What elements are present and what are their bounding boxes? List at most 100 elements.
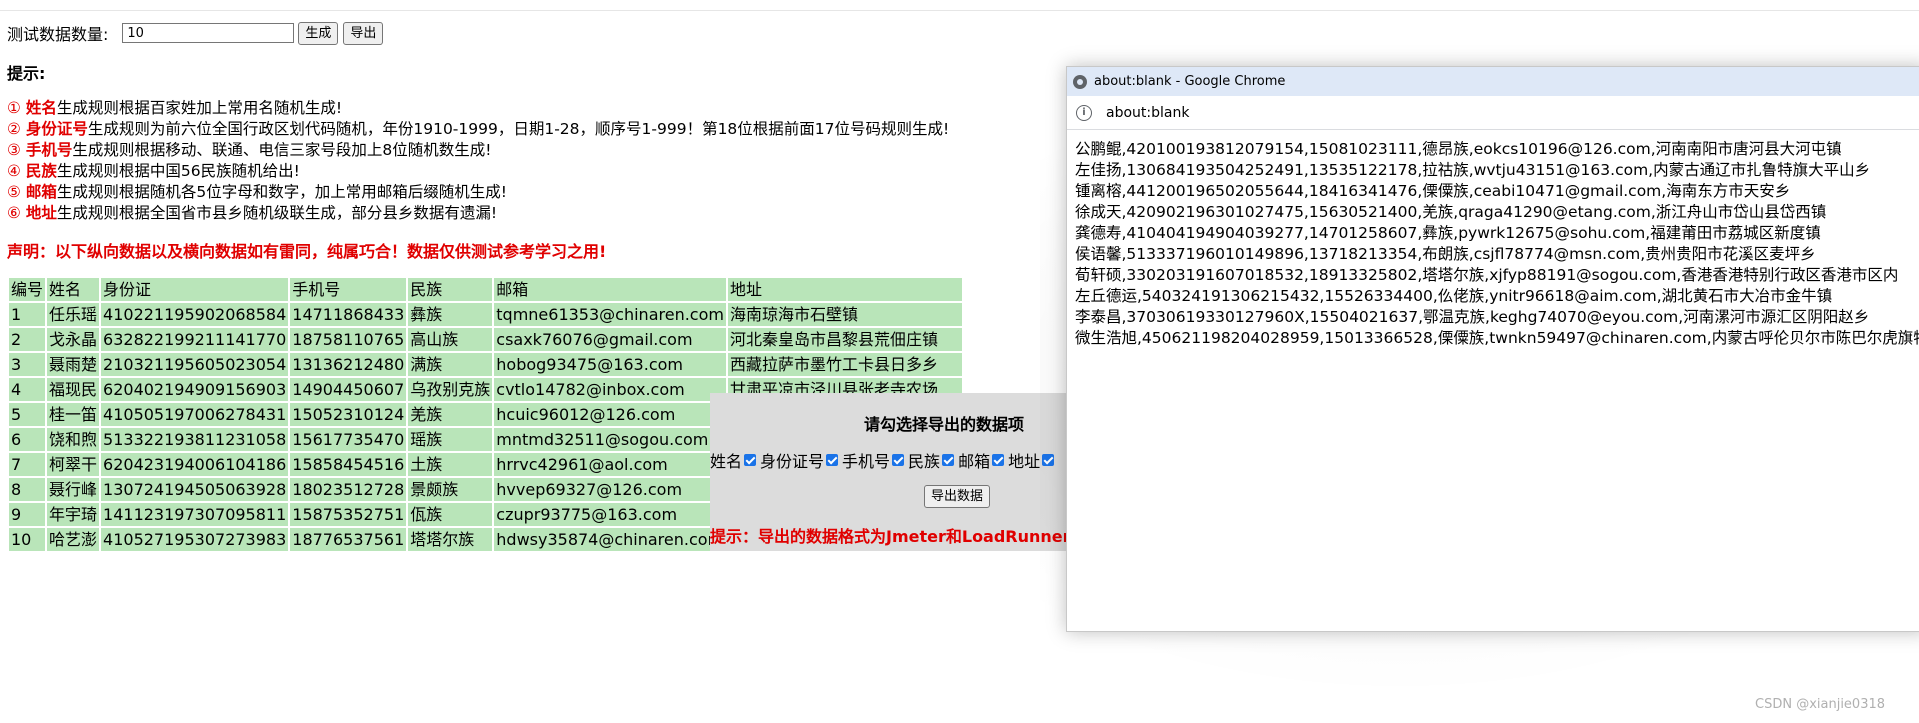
table-cell: 戈永晶 <box>47 328 100 351</box>
table-cell: 福现民 <box>47 378 100 401</box>
table-cell: 632822199211141770 <box>101 328 289 351</box>
export-option-checkbox[interactable] <box>942 454 955 466</box>
rule-number: ⑤ <box>7 183 21 201</box>
generate-button[interactable]: 生成 <box>298 21 339 45</box>
rule-number: ② <box>7 120 21 138</box>
rule-key: 邮箱 <box>25 183 57 201</box>
rule-line: ④ 民族生成规则根据中国56民族随机给出! <box>7 161 949 182</box>
popup-line: 龚德寿,410404194904039277,14701258607,彝族,py… <box>1075 224 1821 242</box>
table-header-cell: 邮箱 <box>494 278 726 301</box>
table-cell: 彝族 <box>408 303 493 326</box>
table-cell: 土族 <box>408 453 493 476</box>
rule-line: ① 姓名生成规则根据百家姓加上常用名随机生成! <box>7 98 949 119</box>
table-cell: 聂雨楚 <box>47 353 100 376</box>
table-cell: 瑶族 <box>408 428 493 451</box>
table-cell: 景颇族 <box>408 478 493 501</box>
table-cell: czupr93775@163.com <box>494 503 726 526</box>
table-header-cell: 编号 <box>9 278 46 301</box>
table-cell: 14904450607 <box>290 378 407 401</box>
table-cell: 18023512728 <box>290 478 407 501</box>
export-option-checkbox[interactable] <box>892 454 905 466</box>
rule-number: ① <box>7 99 21 117</box>
table-header-row: 编号 姓名 身份证 手机号 民族 邮箱 地址 <box>9 278 962 301</box>
table-cell: cvtlo14782@inbox.com <box>494 378 726 401</box>
rule-line: ② 身份证号生成规则为前六位全国行政区划代码随机，年份1910-1999，日期1… <box>7 119 949 140</box>
table-cell: 4 <box>9 378 46 401</box>
table-cell: tqmne61353@chinaren.com <box>494 303 726 326</box>
table-cell: 桂一笛 <box>47 403 100 426</box>
export-option-label: 姓名 <box>710 452 743 471</box>
table-cell: 柯翠干 <box>47 453 100 476</box>
rule-key: 民族 <box>25 162 57 180</box>
table-cell: 年宇琦 <box>47 503 100 526</box>
popup-address-bar[interactable]: i about:blank <box>1067 96 1919 130</box>
rule-line: ⑥ 地址生成规则根据全国省市县乡随机级联生成，部分县乡数据有遗漏! <box>7 203 949 224</box>
table-cell: 1 <box>9 303 46 326</box>
export-option[interactable]: 民族 <box>908 448 957 472</box>
table-cell: 哈艺澎 <box>47 528 100 551</box>
export-option-checkbox[interactable] <box>826 454 839 466</box>
table-header-cell: 民族 <box>408 278 493 301</box>
table-cell: 9 <box>9 503 46 526</box>
table-cell: 14711868433 <box>290 303 407 326</box>
rule-line: ⑤ 邮箱生成规则根据随机各5位字母和数字，加上常用邮箱后缀随机生成! <box>7 182 949 203</box>
export-option-checkbox[interactable] <box>744 454 757 466</box>
table-cell: hobog93475@163.com <box>494 353 726 376</box>
table-cell: 河北秦皇岛市昌黎县荒佃庄镇 <box>727 328 962 351</box>
export-button[interactable]: 导出 <box>343 21 384 45</box>
table-cell: 乌孜别克族 <box>408 378 493 401</box>
export-options: 姓名 身份证号 手机号 民族 邮箱 地址 <box>710 448 1058 472</box>
info-icon[interactable]: i <box>1076 104 1092 121</box>
rule-line: ③ 手机号生成规则根据移动、联通、电信三家号段加上8位随机数生成! <box>7 140 949 161</box>
popup-line: 锺离榕,441200196502055644,18416341476,傈僳族,c… <box>1075 182 1791 200</box>
table-cell: 羌族 <box>408 403 493 426</box>
table-cell: 130724194505063928 <box>101 478 289 501</box>
table-cell: 佤族 <box>408 503 493 526</box>
table-cell: 高山族 <box>408 328 493 351</box>
export-option[interactable]: 手机号 <box>842 448 907 472</box>
popup-line: 荀轩硕,330203191607018532,18913325802,塔塔尔族,… <box>1075 266 1899 284</box>
table-cell: 聂行峰 <box>47 478 100 501</box>
export-option-label: 民族 <box>908 452 941 471</box>
table-cell: 620402194909156903 <box>101 378 289 401</box>
table-cell: 410505197006278431 <box>101 403 289 426</box>
table-cell: mntmd32511@sogou.com <box>494 428 726 451</box>
table-cell: 饶和煦 <box>47 428 100 451</box>
table-cell: 10 <box>9 528 46 551</box>
table-cell: 410527195307273983 <box>101 528 289 551</box>
popup-line: 左佳扬,130684193504252491,13535122178,拉祜族,w… <box>1075 161 1871 179</box>
table-cell: 西藏拉萨市墨竹工卡县日多乡 <box>727 353 962 376</box>
popup-title-bar[interactable]: about:blank - Google Chrome <box>1067 67 1919 96</box>
dialog-note: 提示：导出的数据格式为Jmeter和LoadRunner参 <box>710 527 1087 546</box>
table-cell: 6 <box>9 428 46 451</box>
rule-number: ④ <box>7 162 21 180</box>
rule-key: 身份证号 <box>25 120 88 138</box>
table-cell: 5 <box>9 403 46 426</box>
table-row: 1 任乐瑶 410221195902068584 14711868433 彝族 tqmne… <box>9 303 962 326</box>
count-label: 测试数据数量: <box>7 25 109 44</box>
chrome-icon <box>1073 74 1087 89</box>
popup-content: 公鹏鲲,420100193812079154,15081023111,德昂族,e… <box>1067 130 1919 358</box>
export-option[interactable]: 姓名 <box>710 448 759 472</box>
export-option-label: 身份证号 <box>760 452 825 471</box>
rule-key: 手机号 <box>25 141 73 159</box>
chrome-popup-window[interactable]: about:blank - Google Chrome i about:blan… <box>1066 66 1919 632</box>
table-header-cell: 地址 <box>727 278 962 301</box>
toolbar: 测试数据数量: 生成 导出 <box>7 21 388 45</box>
export-option-checkbox[interactable] <box>992 454 1005 466</box>
export-option-label: 手机号 <box>842 452 891 471</box>
table-cell: csaxk76076@gmail.com <box>494 328 726 351</box>
table-cell: 13136212480 <box>290 353 407 376</box>
export-option[interactable]: 邮箱 <box>958 448 1007 472</box>
count-input[interactable] <box>122 23 295 43</box>
export-option[interactable]: 身份证号 <box>760 448 841 472</box>
export-data-button[interactable]: 导出数据 <box>924 485 991 508</box>
rule-text: 生成规则根据随机各5位字母和数字，加上常用邮箱后缀随机生成! <box>56 183 507 201</box>
rule-number: ⑥ <box>7 204 21 222</box>
rule-text: 生成规则根据全国省市县乡随机级联生成，部分县乡数据有遗漏! <box>56 204 498 222</box>
popup-line: 公鹏鲲,420100193812079154,15081023111,德昂族,e… <box>1075 140 1842 158</box>
table-cell: 410221195902068584 <box>101 303 289 326</box>
table-cell: 15858454516 <box>290 453 407 476</box>
hint-title: 提示: <box>7 64 46 83</box>
table-cell: 7 <box>9 453 46 476</box>
